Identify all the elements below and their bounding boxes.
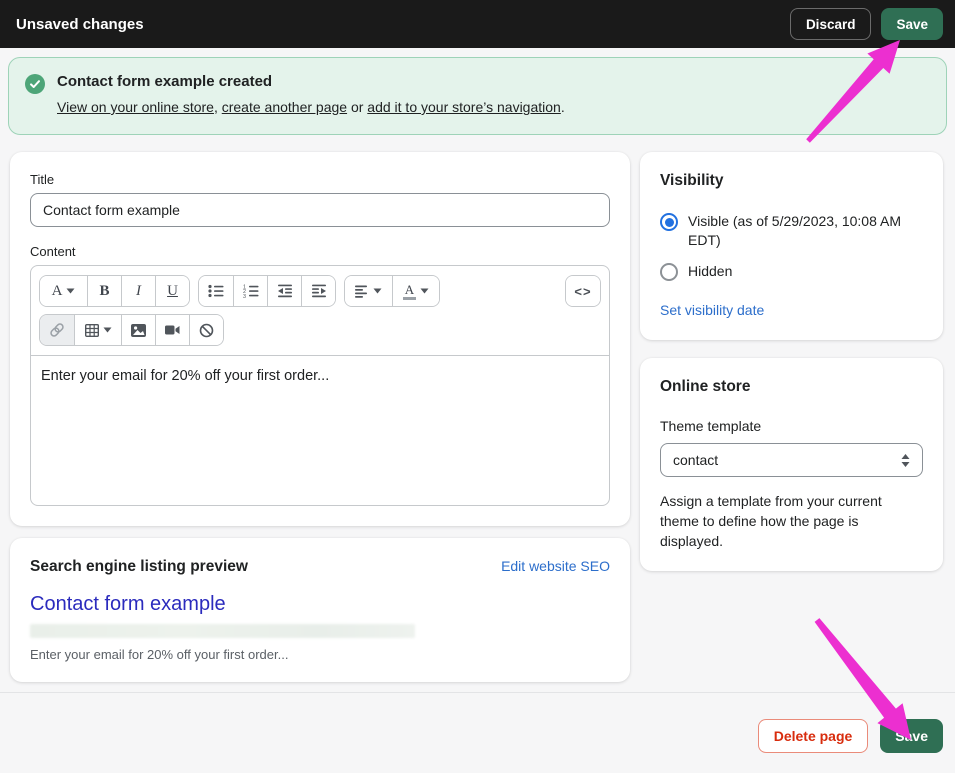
underline-button[interactable]: U	[155, 276, 189, 306]
success-banner: Contact form example created View on you…	[8, 57, 947, 135]
toolbar-row-1: A B I U	[39, 275, 601, 307]
banner-links: View on your online store, create anothe…	[57, 99, 565, 115]
right-column: Visibility Visible (as of 5/29/2023, 10:…	[640, 152, 943, 571]
set-visibility-date-link[interactable]: Set visibility date	[660, 302, 764, 318]
underline-icon: U	[167, 284, 178, 299]
delete-page-button[interactable]: Delete page	[758, 719, 869, 753]
chevron-down-icon	[66, 288, 75, 294]
insert-video-button[interactable]	[155, 315, 189, 345]
insert-link-button[interactable]	[40, 315, 74, 345]
online-store-heading: Online store	[660, 378, 923, 396]
hidden-radio-option[interactable]: Hidden	[660, 262, 923, 281]
left-column: Title Content A B	[10, 152, 630, 682]
prohibit-icon	[199, 323, 214, 338]
alignment-dropdown-button[interactable]	[345, 276, 392, 306]
title-input[interactable]	[30, 193, 610, 227]
chevron-down-icon	[103, 327, 112, 333]
video-icon	[165, 324, 180, 336]
text-color-dropdown-button[interactable]: A	[392, 276, 439, 306]
banner-separator: .	[561, 99, 565, 115]
add-to-navigation-link[interactable]: add it to your store’s navigation	[367, 99, 561, 115]
view-on-store-link[interactable]: View on your online store	[57, 99, 214, 115]
text-color-icon: A	[403, 283, 416, 300]
text-style-dropdown-button[interactable]: A	[40, 276, 87, 306]
insert-table-dropdown-button[interactable]	[74, 315, 121, 345]
page-footer: Delete page Save	[0, 692, 955, 763]
visible-radio-label: Visible (as of 5/29/2023, 10:08 AM EDT)	[688, 212, 923, 250]
clear-formatting-button[interactable]	[189, 315, 223, 345]
create-another-page-link[interactable]: create another page	[222, 99, 347, 115]
align-left-icon	[355, 285, 369, 298]
banner-separator: ,	[214, 99, 222, 115]
radio-selected-icon[interactable]	[660, 213, 678, 231]
link-icon	[49, 322, 65, 338]
bulleted-list-button[interactable]	[199, 276, 233, 306]
numbered-list-button[interactable]: 1 2 3	[233, 276, 267, 306]
hidden-radio-label: Hidden	[688, 262, 732, 281]
numbered-list-icon: 1 2 3	[243, 284, 259, 298]
seo-card-heading: Search engine listing preview	[30, 558, 248, 576]
bold-icon: B	[99, 284, 109, 299]
indent-icon	[311, 284, 327, 298]
table-icon	[85, 324, 99, 337]
content-textarea[interactable]: Enter your email for 20% off your first …	[31, 355, 609, 505]
page-editor-card: Title Content A B	[10, 152, 630, 526]
success-check-icon	[25, 74, 45, 119]
chevron-down-icon	[373, 288, 382, 294]
visibility-heading: Visibility	[660, 172, 923, 190]
editor-toolbar: A B I U	[31, 266, 609, 355]
toolbar-row-2	[39, 314, 601, 346]
code-group: <>	[565, 275, 601, 307]
show-html-button[interactable]: <>	[566, 276, 600, 306]
svg-text:3: 3	[243, 294, 246, 298]
main-content: Title Content A B	[0, 135, 955, 682]
bulleted-list-icon	[208, 284, 224, 298]
title-label: Title	[30, 172, 610, 187]
outdent-button[interactable]	[267, 276, 301, 306]
edit-website-seo-link[interactable]: Edit website SEO	[501, 558, 610, 574]
unsaved-changes-bar: Unsaved changes Discard Save	[0, 0, 955, 48]
italic-button[interactable]: I	[121, 276, 155, 306]
banner-content: Contact form example created View on you…	[57, 73, 565, 119]
seo-preview-card: Search engine listing preview Edit websi…	[10, 538, 630, 682]
text-format-group: A B I U	[39, 275, 190, 307]
title-field-group: Title	[30, 172, 610, 227]
save-button-bottom[interactable]: Save	[880, 719, 943, 753]
content-label: Content	[30, 244, 610, 259]
rich-text-editor: A B I U	[30, 265, 610, 506]
chevron-down-icon	[420, 288, 429, 294]
seo-preview-url-redacted	[30, 624, 415, 638]
align-color-group: A	[344, 275, 440, 307]
theme-template-help-text: Assign a template from your current them…	[660, 491, 923, 551]
seo-card-header: Search engine listing preview Edit websi…	[30, 558, 610, 576]
visibility-options: Visible (as of 5/29/2023, 10:08 AM EDT) …	[660, 212, 923, 281]
seo-preview-description: Enter your email for 20% off your first …	[30, 647, 610, 662]
save-button-top[interactable]: Save	[881, 8, 943, 40]
theme-template-label: Theme template	[660, 418, 923, 434]
code-icon: <>	[574, 284, 591, 299]
seo-preview-title: Contact form example	[30, 593, 610, 616]
insert-group	[39, 314, 224, 346]
theme-template-select[interactable]: contact	[660, 443, 923, 477]
banner-title: Contact form example created	[57, 73, 565, 90]
bold-button[interactable]: B	[87, 276, 121, 306]
radio-unselected-icon[interactable]	[660, 263, 678, 281]
topbar-actions: Discard Save	[790, 8, 943, 40]
banner-separator: or	[347, 99, 367, 115]
theme-template-value: contact	[673, 452, 718, 468]
visible-radio-option[interactable]: Visible (as of 5/29/2023, 10:08 AM EDT)	[660, 212, 923, 250]
visibility-card: Visibility Visible (as of 5/29/2023, 10:…	[640, 152, 943, 340]
insert-image-button[interactable]	[121, 315, 155, 345]
unsaved-changes-title: Unsaved changes	[16, 16, 144, 33]
list-indent-group: 1 2 3	[198, 275, 336, 307]
text-style-icon: A	[52, 284, 63, 299]
select-updown-icon	[901, 454, 910, 467]
italic-icon: I	[136, 284, 141, 299]
online-store-card: Online store Theme template contact Assi…	[640, 358, 943, 571]
discard-button[interactable]: Discard	[790, 8, 872, 40]
image-icon	[131, 324, 146, 337]
indent-button[interactable]	[301, 276, 335, 306]
outdent-icon	[277, 284, 293, 298]
